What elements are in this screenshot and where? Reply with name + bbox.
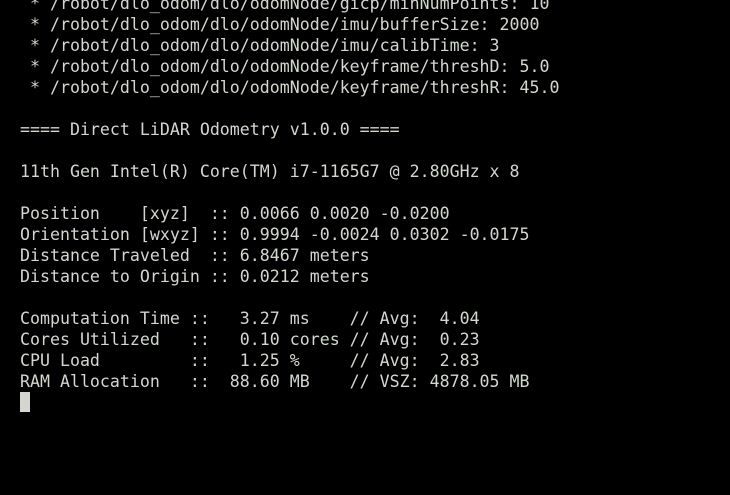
position-line: Position [xyz] :: 0.0066 0.0020 -0.0200 — [20, 204, 450, 223]
terminal-cursor — [20, 392, 30, 412]
program-banner: ==== Direct LiDAR Odometry v1.0.0 ==== — [20, 120, 400, 139]
distance-traveled-line: Distance Traveled :: 6.8467 meters — [20, 246, 370, 265]
terminal-output: * /robot/dlo_odom/dlo/odomNode/gicp/minN… — [20, 0, 559, 413]
param-line-imu-calib-time: * /robot/dlo_odom/dlo/odomNode/imu/calib… — [20, 36, 500, 55]
ram-allocation-line: RAM Allocation :: 88.60 MB // VSZ: 4878.… — [20, 372, 530, 391]
cores-utilized-line: Cores Utilized :: 0.10 cores // Avg: 0.2… — [20, 330, 480, 349]
param-line-keyframe-thresh-d: * /robot/dlo_odom/dlo/odomNode/keyframe/… — [20, 57, 550, 76]
distance-to-origin-line: Distance to Origin :: 0.0212 meters — [20, 267, 370, 286]
orientation-line: Orientation [wxyz] :: 0.9994 -0.0024 0.0… — [20, 225, 530, 244]
param-line-keyframe-thresh-r: * /robot/dlo_odom/dlo/odomNode/keyframe/… — [20, 78, 560, 97]
cpu-info-line: 11th Gen Intel(R) Core(TM) i7-1165G7 @ 2… — [20, 162, 520, 181]
prompt-line[interactable] — [20, 392, 559, 413]
param-line-min-num-points: * /robot/dlo_odom/dlo/odomNode/gicp/minN… — [20, 0, 550, 13]
terminal-window[interactable]: * /robot/dlo_odom/dlo/odomNode/gicp/minN… — [0, 0, 730, 495]
cpu-load-line: CPU Load :: 1.25 % // Avg: 2.83 — [20, 351, 480, 370]
computation-time-line: Computation Time :: 3.27 ms // Avg: 4.04 — [20, 309, 480, 328]
param-line-imu-buffer-size: * /robot/dlo_odom/dlo/odomNode/imu/buffe… — [20, 15, 540, 34]
